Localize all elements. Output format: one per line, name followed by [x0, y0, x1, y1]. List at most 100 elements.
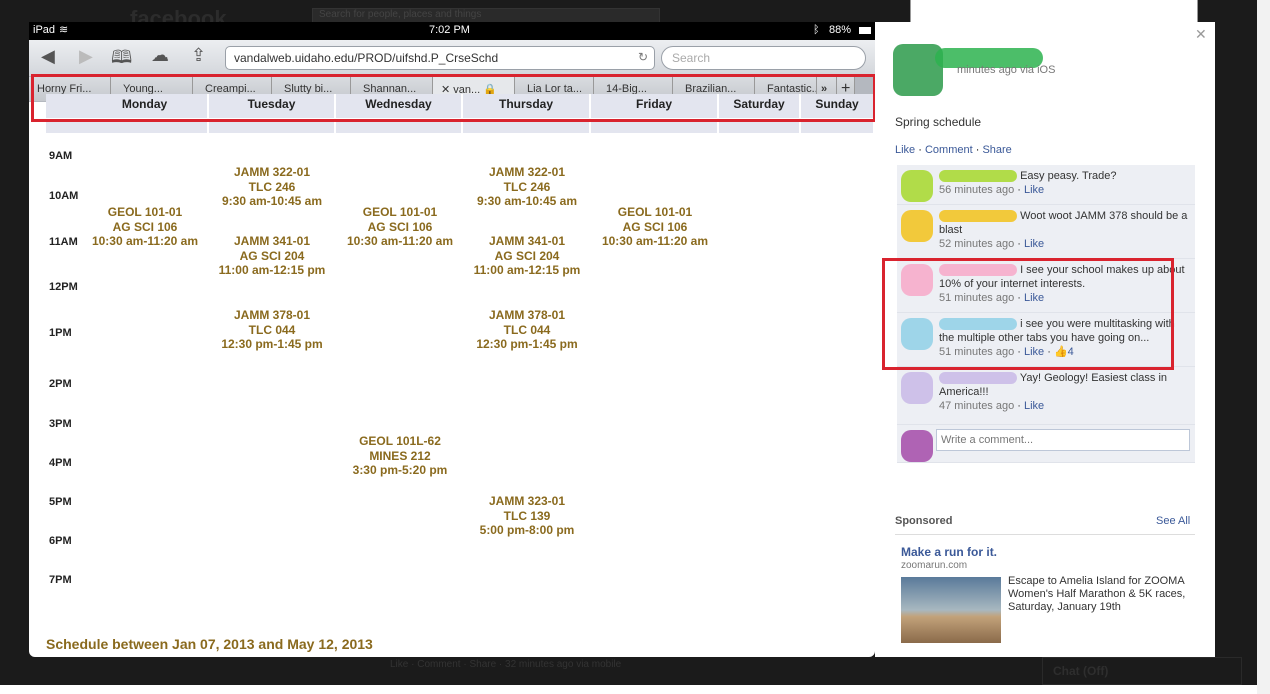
share-link[interactable]: Share	[982, 144, 1011, 156]
comment-composer: Write a comment...	[897, 425, 1195, 463]
comment-body: Easy peasy. Trade? 56 minutes ago · Like	[939, 170, 1117, 196]
event-line: 12:30 pm-1:45 pm	[476, 337, 578, 351]
time-label: 10AM	[49, 190, 79, 202]
comment-like-link[interactable]: Like	[1024, 238, 1044, 250]
comment-like-link[interactable]: Like	[1024, 400, 1044, 412]
background-post-actions: Like · Comment · Share · 32 minutes ago …	[390, 659, 622, 670]
post-caption: Spring schedule	[895, 115, 982, 129]
time-label: 5PM	[49, 496, 72, 508]
comment-body: Woot woot JAMM 378 should be a blast 52 m…	[939, 210, 1188, 250]
comment-link[interactable]: Comment	[925, 144, 973, 156]
ios-status-bar: iPad ≋ 7:02 PM ᛒ 88%	[29, 22, 875, 40]
chat-label: Chat (Off)	[1053, 664, 1109, 678]
event-line: AG SCI 106	[622, 219, 688, 234]
event-line: AG SCI 204	[239, 248, 305, 263]
commenter-name-redacted[interactable]	[939, 372, 1017, 385]
avatar[interactable]	[901, 170, 933, 202]
time-label: 9AM	[49, 150, 73, 162]
icloud-icon[interactable]: ☁	[151, 45, 169, 66]
comment-time: 47 minutes ago	[939, 400, 1015, 412]
highlight-box-comments	[882, 258, 1174, 370]
avatar[interactable]	[901, 210, 933, 242]
commenter-name-redacted[interactable]	[939, 210, 1017, 223]
event-line: AG SCI 204	[494, 248, 560, 263]
highlight-box-tabs	[31, 74, 876, 122]
comment: Easy peasy. Trade? 56 minutes ago · Like	[897, 165, 1195, 205]
time-label: 2PM	[49, 378, 72, 390]
event-line: AG SCI 106	[112, 219, 178, 234]
divider	[895, 534, 1195, 535]
comment-text: Easy peasy. Trade?	[1020, 170, 1117, 182]
ad-title[interactable]: Make a run for it.	[901, 545, 997, 559]
event-line: JAMM 378-01	[233, 308, 311, 322]
facebook-backdrop-bottom: Like · Comment · Share · 32 minutes ago …	[0, 657, 1257, 685]
forward-icon[interactable]: ▶	[79, 46, 93, 67]
event-line: JAMM 323-01	[488, 494, 566, 508]
event-line: JAMM 378-01	[488, 308, 566, 322]
avatar	[901, 430, 933, 462]
bluetooth-icon: ᛒ	[813, 24, 820, 36]
event-line: TLC 246	[503, 179, 551, 194]
comment-time: 56 minutes ago	[939, 184, 1015, 196]
event-line: JAMM 322-01	[488, 165, 566, 179]
event-line: 3:30 pm-5:20 pm	[352, 463, 448, 477]
close-icon[interactable]: ✕	[1195, 26, 1207, 43]
see-all-text: See All	[1156, 515, 1191, 527]
avatar[interactable]	[901, 372, 933, 404]
time-label: 4PM	[49, 457, 72, 469]
event-line: TLC 044	[248, 322, 296, 337]
clock: 7:02 PM	[429, 24, 470, 36]
share-icon[interactable]: ⇪	[191, 45, 206, 66]
time-label: 3PM	[49, 418, 72, 430]
sponsored-label: Sponsored	[895, 515, 953, 527]
see-all-link[interactable]: See All	[1156, 515, 1190, 527]
device-label: iPad	[33, 24, 56, 36]
safari-toolbar: ◀ ▶ 🕮 ☁ ⇪ vandalweb.uidaho.edu/PROD/uifs…	[29, 40, 875, 76]
event-line: GEOL 101L-62	[359, 434, 441, 448]
scrollbar[interactable]	[1257, 0, 1270, 694]
event-line: 11:00 am-12:15 pm	[473, 263, 581, 277]
ad-domain: zoomarun.com	[901, 560, 968, 571]
class-event[interactable]: JAMM 322-01 TLC 246 9:30 am-10:45 am	[197, 165, 347, 209]
class-event[interactable]: GEOL 101-01 AG SCI 106 10:30 am-11:20 am	[580, 205, 730, 249]
event-line: MINES 212	[369, 448, 431, 463]
back-icon[interactable]: ◀	[41, 46, 55, 67]
reload-icon[interactable]: ↻	[638, 50, 648, 64]
ad-image[interactable]	[901, 577, 1001, 643]
event-line: TLC 139	[503, 508, 551, 523]
like-link[interactable]: Like	[895, 144, 915, 156]
url-text: vandalweb.uidaho.edu/PROD/uifshd.P_CrseS…	[234, 51, 499, 65]
class-event[interactable]: GEOL 101L-62 MINES 212 3:30 pm-5:20 pm	[325, 434, 475, 478]
ad-text: Escape to Amelia Island for ZOOMA Women'…	[1008, 575, 1186, 613]
class-event[interactable]: JAMM 378-01 TLC 044 12:30 pm-1:45 pm	[197, 308, 347, 352]
event-line: AG SCI 106	[367, 219, 433, 234]
post-actions: Like · Comment · Share	[895, 144, 1012, 156]
url-bar[interactable]: vandalweb.uidaho.edu/PROD/uifshd.P_CrseS…	[225, 46, 655, 70]
event-line: JAMM 322-01	[233, 165, 311, 179]
post-meta: minutes ago via iOS	[957, 64, 1056, 76]
comment-like-link[interactable]: Like	[1024, 184, 1044, 196]
comment-body: Yay! Geology! Easiest class in America!!…	[939, 372, 1168, 412]
event-line: GEOL 101-01	[617, 205, 693, 219]
event-line: TLC 246	[248, 179, 296, 194]
commenter-name-redacted[interactable]	[939, 170, 1017, 183]
event-line: 10:30 am-11:20 am	[601, 234, 709, 248]
class-event[interactable]: JAMM 378-01 TLC 044 12:30 pm-1:45 pm	[452, 308, 602, 352]
battery-level: 88%	[829, 24, 852, 36]
schedule-range: Schedule between Jan 07, 2013 and May 12…	[46, 636, 373, 652]
time-label: 6PM	[49, 535, 72, 547]
bookmarks-icon[interactable]: 🕮	[111, 45, 132, 75]
browser-search-input[interactable]: Search	[661, 46, 866, 70]
comment-input[interactable]: Write a comment...	[936, 429, 1190, 451]
chat-button[interactable]: Chat (Off)	[1042, 657, 1242, 685]
time-label: 1PM	[49, 327, 72, 339]
wifi-icon: ≋	[59, 24, 69, 36]
battery-icon	[859, 27, 871, 34]
class-event[interactable]: JAMM 322-01 TLC 246 9:30 am-10:45 am	[452, 165, 602, 209]
comment: Yay! Geology! Easiest class in America!!…	[897, 367, 1195, 425]
event-line: 12:30 pm-1:45 pm	[221, 337, 323, 351]
event-line: 11:00 am-12:15 pm	[218, 263, 326, 277]
comment-time: 52 minutes ago	[939, 238, 1015, 250]
time-label: 12PM	[49, 281, 78, 293]
class-event[interactable]: JAMM 323-01 TLC 139 5:00 pm-8:00 pm	[452, 494, 602, 538]
